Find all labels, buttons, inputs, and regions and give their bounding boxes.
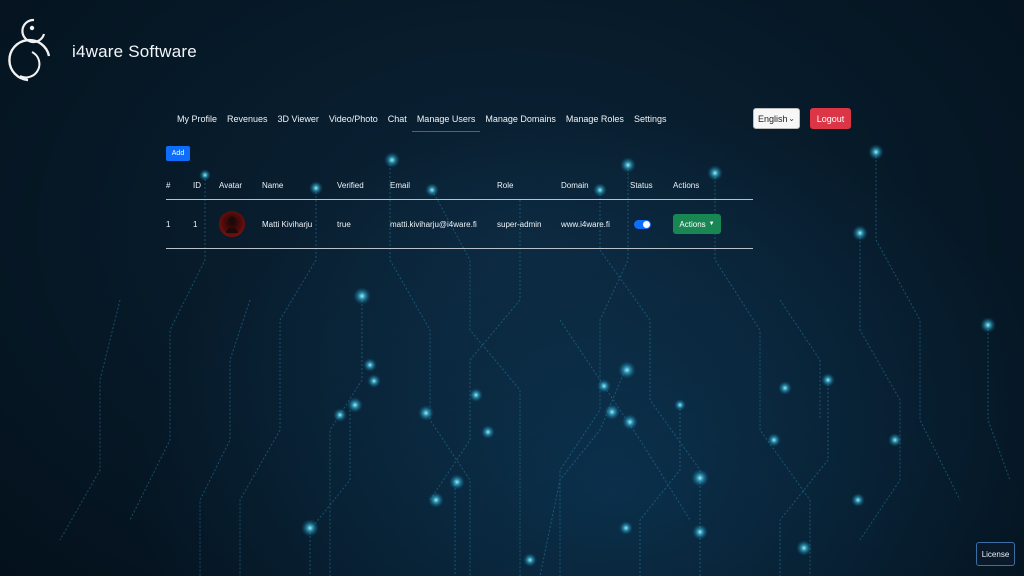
status-toggle[interactable] <box>634 219 651 229</box>
row-name: Matti Kiviharju <box>262 219 313 229</box>
nav-3d-viewer[interactable]: 3D Viewer <box>273 110 324 132</box>
users-table: # ID Avatar Name Verified Email Role Dom… <box>166 172 753 249</box>
nav-revenues[interactable]: Revenues <box>222 110 273 132</box>
col-header-actions: Actions <box>673 181 700 190</box>
col-header-domain: Domain <box>561 181 589 190</box>
actions-button-label: Actions <box>679 219 706 229</box>
main-nav: My Profile Revenues 3D Viewer Video/Phot… <box>172 110 671 132</box>
actions-dropdown-button[interactable]: Actions ▼ <box>673 214 721 234</box>
row-email: matti.kiviharju@i4ware.fi <box>390 219 477 229</box>
row-index: 1 <box>166 219 171 229</box>
row-domain: www.i4ware.fi <box>561 219 610 229</box>
col-header-status: Status <box>630 181 653 190</box>
brand-name: i4ware Software <box>72 42 197 61</box>
user-silhouette-icon <box>226 216 238 233</box>
avatar-cell <box>219 200 245 248</box>
row-verified: true <box>337 219 351 229</box>
status-cell <box>634 200 651 248</box>
row-role: super-admin <box>497 219 542 229</box>
nav-manage-domains[interactable]: Manage Domains <box>480 110 561 132</box>
add-user-button[interactable]: Add <box>166 146 190 161</box>
nav-manage-users[interactable]: Manage Users <box>411 110 481 132</box>
nav-my-profile[interactable]: My Profile <box>172 110 222 132</box>
caret-down-icon: ▼ <box>708 221 715 227</box>
nav-video-photo[interactable]: Video/Photo <box>324 110 383 132</box>
logout-button[interactable]: Logout <box>810 108 851 129</box>
col-header-email: Email <box>390 181 411 190</box>
nav-chat[interactable]: Chat <box>383 110 412 132</box>
col-header-avatar: Avatar <box>219 181 242 190</box>
table-header: # ID Avatar Name Verified Email Role Dom… <box>166 172 753 200</box>
col-header-verified: Verified <box>337 181 364 190</box>
chevron-down-icon: ⌄ <box>788 114 795 123</box>
table-row: 1 1 Matti Kiviharju true matti.kiviharju… <box>166 200 753 249</box>
license-button[interactable]: License <box>976 542 1015 566</box>
actions-cell: Actions ▼ <box>673 200 721 248</box>
language-select[interactable]: English ⌄ <box>753 108 800 129</box>
avatar <box>219 211 245 237</box>
language-select-value: English <box>758 113 788 124</box>
nav-settings[interactable]: Settings <box>629 110 672 132</box>
nav-manage-roles[interactable]: Manage Roles <box>561 110 629 132</box>
col-header-name: Name <box>262 181 284 190</box>
col-header-index: # <box>166 181 171 190</box>
col-header-id: ID <box>193 181 201 190</box>
i4ware-logo-icon <box>8 18 51 82</box>
circuit-background <box>59 144 1011 576</box>
col-header-role: Role <box>497 181 514 190</box>
row-id: 1 <box>193 219 198 229</box>
